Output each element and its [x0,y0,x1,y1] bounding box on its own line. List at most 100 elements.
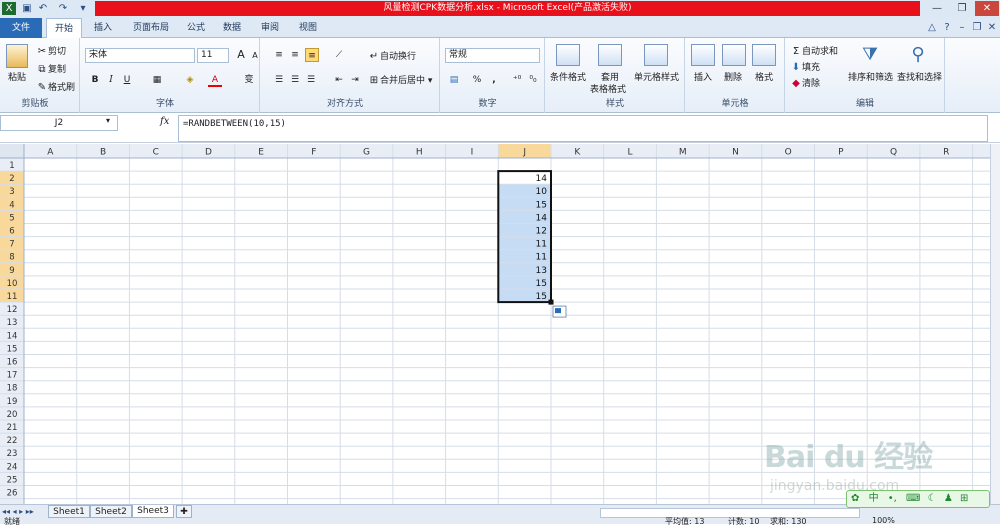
increase-font-button[interactable]: A [234,48,248,62]
cut-button[interactable]: ✂ 剪切 [36,44,66,58]
tab-view[interactable]: 视图 [292,18,324,38]
select-all-corner[interactable] [0,144,24,158]
column-header-Q[interactable]: Q [890,148,897,158]
moon-icon[interactable]: ☾ [928,493,937,504]
font-color-button[interactable]: A [208,73,222,87]
increase-indent-icon[interactable]: ⇥ [348,73,362,87]
paw-icon[interactable]: ✿ [851,493,859,504]
cell-J5[interactable]: 14 [536,213,548,223]
name-box-dropdown-icon[interactable]: ▾ [106,116,110,125]
worksheet-grid[interactable]: A B C D E F G H I J K L M N O P Q R1234567891011121314151… [0,144,990,505]
clear-button[interactable]: ◆ 清除 [790,76,820,90]
conditional-format-label[interactable]: 条件格式 [550,70,586,83]
autosum-button[interactable]: Σ 自动求和 [790,44,838,58]
row-header-21[interactable]: 21 [7,423,18,433]
column-header-L[interactable]: L [628,148,633,158]
column-header-B[interactable]: B [100,148,106,158]
ribbon-minimize-icon[interactable]: △ [925,18,939,38]
column-header-A[interactable]: A [47,148,54,158]
number-format-combo[interactable]: 常规 [445,48,540,63]
auto-fill-options-icon[interactable] [552,305,567,318]
redo-icon[interactable]: ↷ [56,2,70,15]
formula-input[interactable]: =RANDBETWEEN(10,15) [178,115,988,142]
column-header-J[interactable]: J [522,148,526,158]
cell-J8[interactable]: 11 [536,253,547,263]
restore-icon[interactable]: ❐ [950,1,974,16]
insert-cells-label[interactable]: 插入 [694,70,712,83]
font-size-combo[interactable]: 11 [197,48,229,63]
orientation-icon[interactable]: ⟋ [332,48,346,62]
sheet-nav-icon[interactable]: ◂◂ ◂ ▸ ▸▸ [2,507,34,516]
currency-icon[interactable]: ▤ [447,73,461,87]
sort-filter-icon[interactable]: ⧩ [858,44,882,66]
column-header-E[interactable]: E [258,148,264,158]
save-icon[interactable]: ▣ [20,2,34,15]
sheet-tab-2[interactable]: Sheet2 [90,505,132,518]
increase-decimal-icon[interactable]: ⁺⁰ [510,73,524,87]
paste-label[interactable]: 粘贴 [8,70,26,83]
cell-J4[interactable]: 15 [536,200,547,210]
tab-file[interactable]: 文件 [0,18,42,38]
row-header-11[interactable]: 11 [7,292,18,302]
tab-review[interactable]: 审阅 [254,18,286,38]
row-header-19[interactable]: 19 [7,397,18,407]
row-header-1[interactable]: 1 [9,161,14,171]
align-middle-icon[interactable]: ≡ [288,48,302,62]
tab-data[interactable]: 数据 [216,18,248,38]
conditional-format-icon[interactable] [556,44,580,66]
row-header-6[interactable]: 6 [9,227,14,237]
row-header-8[interactable]: 8 [9,253,14,263]
paste-icon[interactable] [6,44,28,68]
ime-lang[interactable]: 中 [869,493,879,504]
cell-J11[interactable]: 15 [536,292,547,302]
tab-insert[interactable]: 插入 [86,18,120,38]
column-header-F[interactable]: F [311,148,316,158]
format-cells-icon[interactable] [752,44,776,66]
cell-J7[interactable]: 11 [536,240,547,250]
quick-access-dropdown-icon[interactable]: ▾ [76,2,90,15]
phonetic-button[interactable]: 变 [242,73,256,87]
column-header-G[interactable]: G [363,148,370,158]
fill-handle[interactable] [548,299,554,305]
align-right-icon[interactable]: ☰ [304,73,318,87]
tab-formulas[interactable]: 公式 [180,18,212,38]
font-name-combo[interactable]: 宋体 [85,48,195,63]
cell-styles-icon[interactable] [644,44,668,66]
ime-toolbar[interactable]: ✿ 中 •, ⌨ ☾ ♟ ⊞ [846,490,990,508]
column-header-N[interactable]: N [732,148,739,158]
align-left-icon[interactable]: ☰ [272,73,286,87]
delete-cells-label[interactable]: 删除 [724,70,742,83]
column-header-O[interactable]: O [785,148,792,158]
new-sheet-icon[interactable]: ✚ [176,505,192,518]
insert-function-icon[interactable]: fx [160,116,169,127]
sort-filter-label[interactable]: 排序和筛选 [848,70,893,83]
decrease-indent-icon[interactable]: ⇤ [332,73,346,87]
close-icon[interactable]: ✕ [975,1,999,16]
table-format-icon[interactable] [598,44,622,66]
bold-button[interactable]: B [88,73,102,87]
decrease-decimal-icon[interactable]: ⁰₀ [526,73,540,87]
row-header-3[interactable]: 3 [9,187,14,197]
percent-button[interactable]: % [470,73,484,87]
merge-center-button[interactable]: ⊞ 合并后居中 ▾ [368,73,433,87]
row-header-15[interactable]: 15 [7,344,18,354]
format-cells-label[interactable]: 格式 [755,70,773,83]
cell-J9[interactable]: 13 [536,266,547,276]
comma-button[interactable]: , [487,73,501,87]
find-select-label[interactable]: 查找和选择 [897,70,942,83]
row-header-13[interactable]: 13 [7,318,18,328]
cell-J10[interactable]: 15 [536,279,547,289]
cell-J3[interactable]: 10 [536,187,548,197]
column-header-D[interactable]: D [205,148,212,158]
doc-restore-icon[interactable]: ❐ [970,18,984,38]
shirt-icon[interactable]: ♟ [944,493,953,504]
format-painter-button[interactable]: ✎ 格式刷 [36,80,75,94]
row-header-17[interactable]: 17 [7,371,18,381]
fill-color-icon[interactable]: ◈ [183,73,197,87]
name-box[interactable]: J2 [0,115,118,131]
tab-home[interactable]: 开始 [46,18,82,39]
fill-button[interactable]: ⬇ 填充 [790,60,820,74]
row-header-4[interactable]: 4 [9,200,14,210]
row-header-24[interactable]: 24 [7,462,18,472]
row-header-18[interactable]: 18 [7,384,18,394]
